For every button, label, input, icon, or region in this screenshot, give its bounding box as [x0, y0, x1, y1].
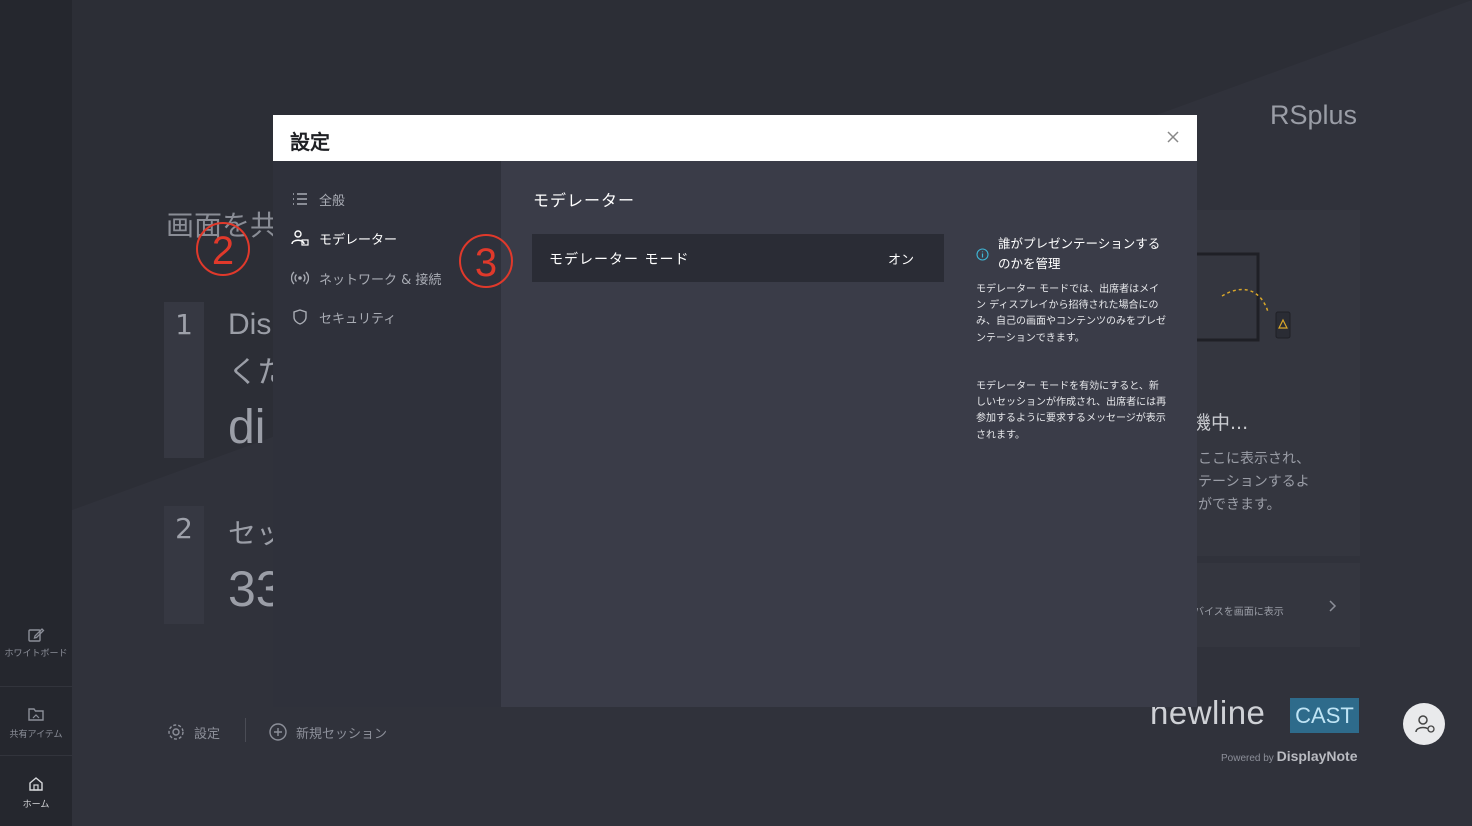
nav-network[interactable]: ネットワーク & 接続	[291, 266, 441, 290]
powered-by: Powered by DisplayNote	[1221, 748, 1358, 764]
help-paragraph-2: モデレーター モードを有効にすると、新しいセッションが作成され、出席者には再参加…	[976, 381, 1167, 441]
settings-dialog: 設定 全般 モデレーター ネットワーク & 接続 セキュリティ モデレーター モ…	[273, 115, 1197, 707]
waiting-status: 機中...	[1192, 412, 1249, 434]
gear-icon	[168, 724, 184, 740]
nav-moderator[interactable]: モデレーター	[291, 226, 397, 250]
close-icon[interactable]	[1163, 127, 1183, 147]
rail-home-label: ホーム	[22, 800, 50, 810]
whiteboard-edit-icon	[28, 628, 45, 642]
step-1-code: di	[228, 401, 266, 454]
moderator-mode-row[interactable]: モデレーター モード オン	[532, 234, 944, 282]
show-device-label: バイスを画面に表示	[1194, 607, 1284, 618]
home-icon	[29, 777, 43, 791]
rail-whiteboard[interactable]: ホワイトボード	[0, 626, 72, 661]
rail-whiteboard-label: ホワイトボード	[4, 649, 68, 659]
nav-network-label: ネットワーク & 接続	[319, 272, 442, 288]
step-1-line1: Dis	[228, 308, 272, 341]
waiting-desc-2: テーションするよ	[1198, 474, 1310, 490]
user-settings-icon	[1415, 715, 1435, 733]
step-1-number: 1	[164, 302, 204, 458]
annotation-marker-3: 3	[459, 234, 513, 288]
rail-divider	[0, 755, 72, 756]
shield-icon	[293, 309, 307, 325]
waiting-desc-1: ここに表示され、	[1198, 451, 1311, 467]
dialog-title: 設定	[290, 130, 330, 154]
info-icon	[976, 248, 989, 261]
show-device-link[interactable]: バイスを画面に表示	[1180, 563, 1360, 647]
waiting-panel: 機中... ここに表示され、 テーションするよ ができます。	[1180, 210, 1360, 556]
powered-brand: DisplayNote	[1276, 748, 1358, 764]
section-title: モデレーター	[533, 191, 636, 210]
brand-cast: CAST	[1290, 698, 1359, 733]
rail-shared-items-label: 共有アイテム	[9, 730, 63, 740]
broadcast-icon	[291, 271, 309, 285]
help-title: 誰がプレゼンテーションするのかを管理	[998, 236, 1161, 271]
waiting-desc-3: ができます。	[1198, 497, 1281, 513]
moderator-icon	[291, 230, 309, 246]
settings-link[interactable]: 設定	[166, 722, 220, 742]
annotation-marker-2: 2	[196, 222, 250, 276]
brand-rsplus: RSplus	[1270, 100, 1358, 130]
nav-general[interactable]: 全般	[291, 187, 345, 211]
moderator-mode-value[interactable]: オン	[888, 249, 914, 268]
rail-home[interactable]: ホーム	[0, 775, 72, 810]
left-rail: ホワイトボード 共有アイテム ホーム	[0, 0, 72, 826]
nav-security-label: セキュリティ	[319, 311, 397, 327]
folder-icon	[28, 708, 44, 721]
chevron-right-icon	[1329, 600, 1337, 612]
user-avatar-button[interactable]	[1403, 703, 1445, 745]
rail-shared-items[interactable]: 共有アイテム	[0, 705, 72, 740]
help-paragraph-1: モデレーター モードでは、出席者はメイン ディスプレイから招待された場合にのみ、…	[976, 284, 1166, 344]
display-illustration-icon	[1190, 252, 1291, 342]
step-2-number: 2	[164, 506, 204, 624]
new-session-link[interactable]: 新規セッション	[268, 722, 387, 742]
moderator-mode-label: モデレーター モード	[549, 252, 690, 268]
plus-circle-icon	[269, 723, 287, 741]
nav-moderator-label: モデレーター	[319, 232, 398, 248]
bottom-divider	[245, 718, 246, 742]
nav-general-label: 全般	[319, 193, 346, 209]
nav-security[interactable]: セキュリティ	[291, 305, 396, 329]
dialog-header: 設定	[273, 115, 1197, 161]
rail-divider	[0, 686, 72, 687]
list-icon	[293, 193, 307, 205]
